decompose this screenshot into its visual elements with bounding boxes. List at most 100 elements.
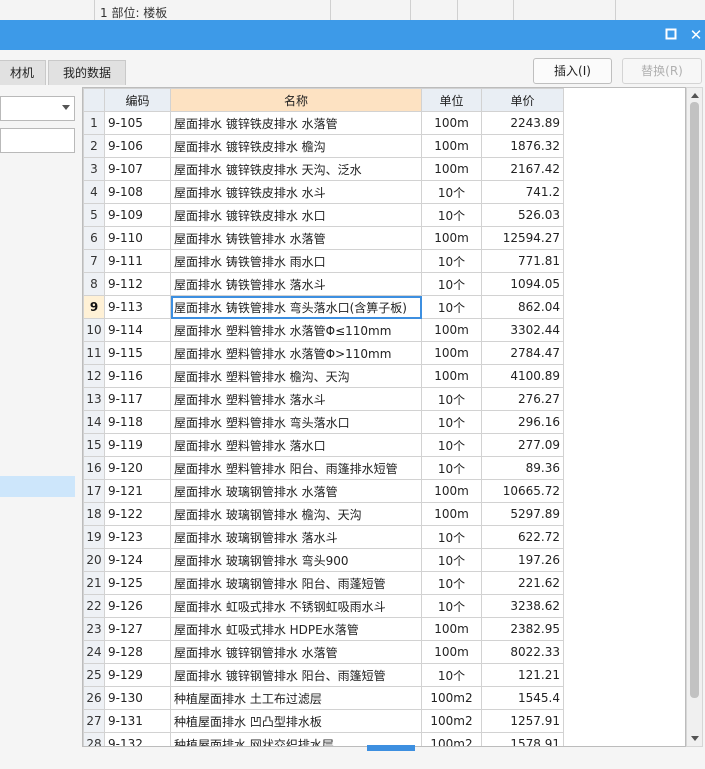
cell-name[interactable]: 屋面排水 铸铁管排水 水落管 [170,226,422,250]
cell-code[interactable]: 9-106 [104,134,171,158]
table-row[interactable]: 13 9-117 屋面排水 塑料管排水 落水斗 10个 276.27 [83,387,564,411]
table-row[interactable]: 2 9-106 屋面排水 镀锌铁皮排水 檐沟 100m 1876.32 [83,134,564,158]
cell-code[interactable]: 9-119 [104,433,171,457]
table-row[interactable]: 1 9-105 屋面排水 镀锌铁皮排水 水落管 100m 2243.89 [83,111,564,135]
row-number[interactable]: 7 [83,249,105,273]
table-row[interactable]: 21 9-125 屋面排水 玻璃钢管排水 阳台、雨蓬短管 10个 221.62 [83,571,564,595]
row-number[interactable]: 3 [83,157,105,181]
table-row[interactable]: 19 9-123 屋面排水 玻璃钢管排水 落水斗 10个 622.72 [83,525,564,549]
cell-unit[interactable]: 100m [421,226,482,250]
cell-code[interactable]: 9-114 [104,318,171,342]
cell-code[interactable]: 9-121 [104,479,171,503]
table-row[interactable]: 18 9-122 屋面排水 玻璃钢管排水 檐沟、天沟 100m 5297.89 [83,502,564,526]
cell-name[interactable]: 屋面排水 虹吸式排水 HDPE水落管 [170,617,422,641]
cell-price[interactable]: 8022.33 [481,640,564,664]
cell-name[interactable]: 屋面排水 镀锌铁皮排水 水落管 [170,111,422,135]
cell-unit[interactable]: 100m [421,157,482,181]
column-header-code[interactable]: 编码 [104,88,171,112]
cell-price[interactable]: 2167.42 [481,157,564,181]
table-row[interactable]: 9 9-113 屋面排水 铸铁管排水 弯头落水口(含箅子板) 10个 862.04 [83,295,564,319]
cell-code[interactable]: 9-115 [104,341,171,365]
maximize-icon[interactable] [660,24,682,46]
cell-code[interactable]: 9-113 [104,295,171,319]
cell-code[interactable]: 9-110 [104,226,171,250]
row-number[interactable]: 19 [83,525,105,549]
cell-unit[interactable]: 10个 [421,203,482,227]
cell-code[interactable]: 9-118 [104,410,171,434]
cell-unit[interactable]: 10个 [421,525,482,549]
table-row[interactable]: 14 9-118 屋面排水 塑料管排水 弯头落水口 10个 296.16 [83,410,564,434]
row-number[interactable]: 15 [83,433,105,457]
cell-unit[interactable]: 100m [421,640,482,664]
cell-price[interactable]: 1545.4 [481,686,564,710]
row-number[interactable]: 24 [83,640,105,664]
cell-unit[interactable]: 10个 [421,295,482,319]
cell-name[interactable]: 屋面排水 镀锌铁皮排水 天沟、泛水 [170,157,422,181]
row-number[interactable]: 8 [83,272,105,296]
cell-unit[interactable]: 10个 [421,387,482,411]
table-row[interactable]: 24 9-128 屋面排水 镀锌钢管排水 水落管 100m 8022.33 [83,640,564,664]
cell-name[interactable]: 屋面排水 玻璃钢管排水 水落管 [170,479,422,503]
vertical-scrollbar[interactable] [686,87,703,747]
replace-button[interactable]: 替换(R) [622,58,702,84]
row-number[interactable]: 28 [83,732,105,746]
cell-unit[interactable]: 10个 [421,272,482,296]
cell-unit[interactable]: 10个 [421,548,482,572]
cell-unit[interactable]: 100m [421,364,482,388]
cell-unit[interactable]: 10个 [421,571,482,595]
row-number[interactable]: 14 [83,410,105,434]
cell-code[interactable]: 9-126 [104,594,171,618]
cell-name[interactable]: 屋面排水 虹吸式排水 不锈钢虹吸雨水斗 [170,594,422,618]
cell-unit[interactable]: 100m2 [421,732,482,746]
quota-grid[interactable]: 编码 名称 单位 单价 1 9-105 屋面排水 镀锌铁皮排水 水落管 100m 224… [82,87,686,747]
cell-unit[interactable]: 10个 [421,456,482,480]
cell-price[interactable]: 276.27 [481,387,564,411]
cell-code[interactable]: 9-127 [104,617,171,641]
row-number[interactable]: 4 [83,180,105,204]
cell-price[interactable]: 4100.89 [481,364,564,388]
cell-price[interactable]: 12594.27 [481,226,564,250]
tab-my-data[interactable]: 我的数据 [48,60,126,85]
row-number[interactable]: 5 [83,203,105,227]
cell-code[interactable]: 9-132 [104,732,171,746]
row-number[interactable]: 21 [83,571,105,595]
table-row[interactable]: 15 9-119 屋面排水 塑料管排水 落水口 10个 277.09 [83,433,564,457]
cell-unit[interactable]: 10个 [421,594,482,618]
cell-price[interactable]: 89.36 [481,456,564,480]
table-row[interactable]: 20 9-124 屋面排水 玻璃钢管排水 弯头900 10个 197.26 [83,548,564,572]
cell-price[interactable]: 277.09 [481,433,564,457]
cell-unit[interactable]: 100m [421,341,482,365]
cell-name[interactable]: 种植屋面排水 凹凸型排水板 [170,709,422,733]
table-row[interactable]: 5 9-109 屋面排水 镀锌铁皮排水 水口 10个 526.03 [83,203,564,227]
cell-name[interactable]: 屋面排水 镀锌铁皮排水 水口 [170,203,422,227]
cell-price[interactable]: 10665.72 [481,479,564,503]
cell-name[interactable]: 种植屋面排水 土工布过滤层 [170,686,422,710]
table-row[interactable]: 27 9-131 种植屋面排水 凹凸型排水板 100m2 1257.91 [83,709,564,733]
cell-code[interactable]: 9-116 [104,364,171,388]
cell-price[interactable]: 1094.05 [481,272,564,296]
cell-name[interactable]: 屋面排水 镀锌铁皮排水 檐沟 [170,134,422,158]
cell-name[interactable]: 屋面排水 塑料管排水 檐沟、天沟 [170,364,422,388]
tab-materials[interactable]: 材机 [0,60,46,85]
row-number[interactable]: 20 [83,548,105,572]
cell-code[interactable]: 9-123 [104,525,171,549]
row-number[interactable]: 9 [83,295,105,319]
dialog-titlebar[interactable]: ✕ [0,20,705,50]
cell-price[interactable]: 3302.44 [481,318,564,342]
cell-name[interactable]: 屋面排水 玻璃钢管排水 阳台、雨蓬短管 [170,571,422,595]
table-row[interactable]: 6 9-110 屋面排水 铸铁管排水 水落管 100m 12594.27 [83,226,564,250]
cell-code[interactable]: 9-117 [104,387,171,411]
row-number[interactable]: 13 [83,387,105,411]
cell-price[interactable]: 3238.62 [481,594,564,618]
cell-price[interactable]: 741.2 [481,180,564,204]
cell-code[interactable]: 9-125 [104,571,171,595]
insert-button[interactable]: 插入(I) [533,58,612,84]
table-row[interactable]: 23 9-127 屋面排水 虹吸式排水 HDPE水落管 100m 2382.95 [83,617,564,641]
table-row[interactable]: 16 9-120 屋面排水 塑料管排水 阳台、雨篷排水短管 10个 89.36 [83,456,564,480]
cell-code[interactable]: 9-124 [104,548,171,572]
row-number[interactable]: 23 [83,617,105,641]
cell-code[interactable]: 9-105 [104,111,171,135]
row-number[interactable]: 1 [83,111,105,135]
cell-unit[interactable]: 10个 [421,433,482,457]
table-row[interactable]: 7 9-111 屋面排水 铸铁管排水 雨水口 10个 771.81 [83,249,564,273]
